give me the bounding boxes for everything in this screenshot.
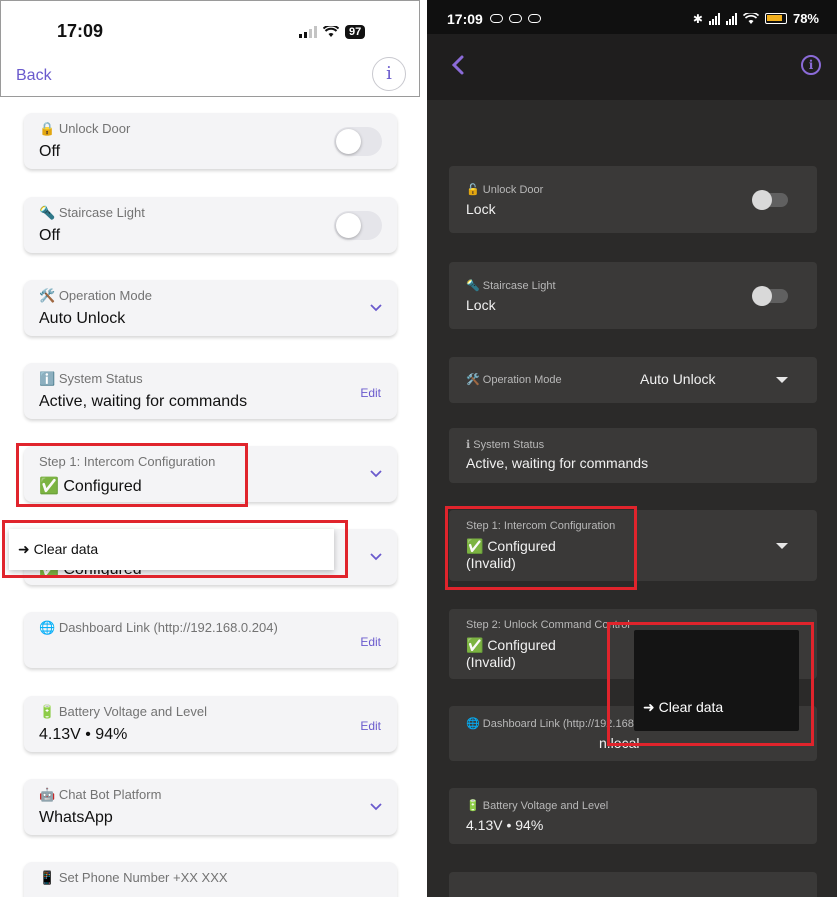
unlock-door-card: 🔒 Unlock Door Off [24,113,397,169]
card-title: Set Phone Number +XX XXX [58,870,228,885]
card-value: 4.13V • 94% [39,726,128,743]
bluetooth-icon: ✱ [692,11,703,26]
edit-button[interactable]: Edit [360,635,381,649]
cloud-icon [528,14,541,23]
edit-button[interactable]: Edit [360,386,381,400]
battery-icon: 97 [345,25,366,39]
comparison-screenshot: 17:09 97 Back i 🔒 Unlock Door Off 🔦 Stai… [0,0,837,897]
cellular-signal-icon [708,12,720,25]
system-status-card: ℹ System Status Active, waiting for comm… [449,428,817,483]
chevron-down-icon[interactable] [370,801,382,811]
dropdown-arrow-icon[interactable] [776,377,788,383]
card-title: Chat Bot Platform [58,787,162,802]
highlight-box [607,622,814,746]
card-title: Step 2: Unlock Command Control [466,619,630,631]
card-title: Staircase Light [482,280,556,292]
flashlight-icon: 🔦 [466,280,480,292]
cellular-signal-icon [299,26,317,38]
chevron-down-icon[interactable] [370,302,382,312]
staircase-light-toggle[interactable] [752,286,788,306]
card-value: Active, waiting for commands [39,393,248,410]
info-icon[interactable]: i [372,57,406,91]
status-time: 17:09 [447,11,483,27]
chevron-down-icon[interactable] [370,468,382,478]
card-value: Off [39,227,61,244]
back-arrow-icon[interactable] [451,54,465,76]
cellular-signal-icon [725,12,737,25]
unlock-door-toggle[interactable] [752,190,788,210]
battery-card: 🔋 Battery Voltage and Level 4.13V • 94% [449,788,817,844]
battery-icon [764,13,787,24]
globe-icon: 🌐 [39,620,56,635]
cloud-icon [490,14,503,23]
battery-card: 🔋 Battery Voltage and Level 4.13V • 94% … [24,696,397,752]
card-value: WhatsApp [39,809,113,826]
staircase-light-toggle[interactable] [334,211,382,240]
card-value: 4.13V • 94% [466,817,544,833]
status-time: 17:09 [57,21,104,41]
card-title: Unlock Door [58,121,131,136]
back-button[interactable]: Back [16,67,52,85]
robot-icon: 🤖 [39,787,56,802]
card-title: Operation Mode [482,374,562,386]
lock-icon: 🔒 [39,121,56,136]
android-screen: 17:09 ✱ 78% i 🔓 Unlock Door Lock 🔦 Stair… [427,0,837,897]
card-value: Off [39,143,61,160]
ios-screen: 17:09 97 Back i 🔒 Unlock Door Off 🔦 Stai… [0,0,420,897]
status-icons: 97 [299,25,366,39]
highlight-box [445,506,637,590]
flashlight-icon: 🔦 [39,205,56,220]
dropdown-arrow-icon[interactable] [776,543,788,549]
staircase-light-card: 🔦 Staircase Light Off [24,197,397,253]
globe-icon: 🌐 [466,718,480,730]
app-bar: i [427,34,837,100]
operation-mode-card[interactable]: 🛠️ Operation Mode Auto Unlock [24,280,397,336]
card-value: Lock [466,201,496,217]
staircase-light-card: 🔦 Staircase Light Lock [449,262,817,329]
battery-percent: 78% [792,11,819,26]
card-title: Battery Voltage and Level [58,704,207,719]
phone-number-card[interactable]: 📱 Set Phone Number +XX XXX [24,862,397,897]
next-card [449,872,817,897]
chevron-down-icon[interactable] [370,551,382,561]
operation-mode-card[interactable]: 🛠️ Operation Mode Auto Unlock [449,357,817,403]
highlight-box [16,443,248,507]
info-icon: ℹ [466,439,471,451]
cloud-icon [509,14,522,23]
card-value-secondary: (Invalid) [466,654,516,670]
phone-icon: 📱 [39,870,56,885]
wifi-icon [742,12,759,24]
battery-icon: 🔋 [39,704,56,719]
card-title: System Status [473,439,545,451]
dropdown-value[interactable]: Auto Unlock [640,371,715,388]
system-status-card: ℹ️ System Status Active, waiting for com… [24,363,397,419]
battery-icon: 🔋 [466,800,480,812]
card-value: Active, waiting for commands [466,455,649,471]
highlight-box [2,520,348,578]
edit-button[interactable]: Edit [360,719,381,733]
unlock-door-card: 🔓 Unlock Door Lock [449,166,817,233]
unlock-icon: 🔓 [466,184,480,196]
card-title: Staircase Light [58,205,145,220]
wifi-icon [323,26,339,37]
card-value: Lock [466,297,496,313]
card-title: Unlock Door [482,184,544,196]
unlock-door-toggle[interactable] [334,127,382,156]
tools-icon: 🛠️ [39,288,56,303]
card-value: ✅ Configured [466,637,556,653]
card-title: System Status [58,371,143,386]
chatbot-platform-card[interactable]: 🤖 Chat Bot Platform WhatsApp [24,779,397,835]
dashboard-link-card: 🌐 Dashboard Link (http://192.168.0.204) … [24,612,397,668]
info-icon: ℹ️ [39,371,56,386]
card-title: Operation Mode [58,288,153,303]
card-title: Dashboard Link (http://192.168.0.204) [58,620,278,635]
card-value: Auto Unlock [39,310,126,327]
ios-header: 17:09 97 Back i [0,0,420,97]
info-icon[interactable]: i [801,55,821,75]
card-title: Battery Voltage and Level [482,800,609,812]
tools-icon: 🛠️ [466,374,480,386]
status-bar: 17:09 ✱ 78% [427,0,837,34]
